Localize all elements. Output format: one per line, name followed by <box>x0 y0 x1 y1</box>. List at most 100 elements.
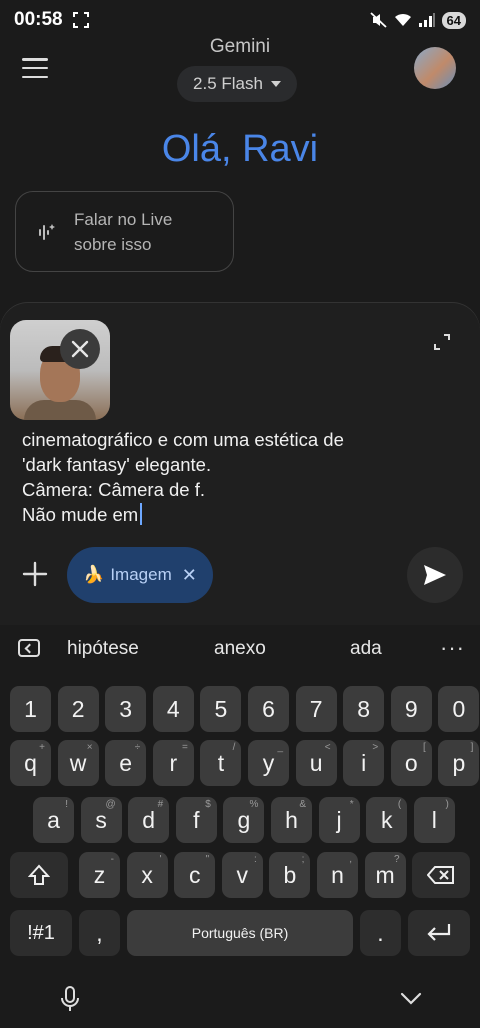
key-w[interactable]: w × <box>57 740 99 786</box>
mute-icon <box>369 12 387 28</box>
status-bar: 00:58 64 <box>0 0 480 40</box>
send-button[interactable] <box>407 547 463 603</box>
key-b-hint: ; <box>301 854 305 865</box>
key-0[interactable]: 0 <box>438 686 480 732</box>
key-c-hint: " <box>205 854 210 865</box>
key-y[interactable]: y _ <box>248 740 289 786</box>
suggestion-3[interactable]: ada <box>350 638 382 660</box>
key-i-hint: > <box>372 742 379 753</box>
backspace-key[interactable] <box>412 852 470 898</box>
key-f-label: f <box>193 806 200 833</box>
symbols-key[interactable]: !#1 <box>10 910 72 956</box>
model-label: 2.5 Flash <box>193 74 263 93</box>
key-y-label: y <box>262 749 275 776</box>
key-v-hint: : <box>254 854 257 865</box>
key-m[interactable]: m? <box>364 852 406 898</box>
key-8[interactable]: 8 <box>343 686 385 732</box>
key-m-label: m <box>375 861 395 888</box>
symbols-key-label: !#1 <box>27 921 55 944</box>
key-r-label: r <box>169 749 178 776</box>
key-g[interactable]: g% <box>223 797 265 843</box>
period-key[interactable]: . <box>360 910 401 956</box>
key-j[interactable]: j * <box>318 797 360 843</box>
key-t-hint: / <box>232 742 236 753</box>
key-s[interactable]: s @ <box>80 797 122 843</box>
key-r[interactable]: r = <box>152 740 194 786</box>
image-tool-chip[interactable]: 🍌 Imagem ✕ <box>67 547 213 603</box>
key-s-label: s <box>95 806 107 833</box>
key-p[interactable]: p] <box>438 740 480 786</box>
keyboard-back-icon[interactable] <box>18 639 40 657</box>
key-t[interactable]: t / <box>200 740 242 786</box>
key-7[interactable]: 7 <box>295 686 337 732</box>
key-5-label: 5 <box>214 695 228 722</box>
key-g-hint: % <box>249 799 259 810</box>
key-k-hint: ( <box>397 799 402 810</box>
key-2[interactable]: 2 <box>57 686 99 732</box>
close-icon[interactable]: ✕ <box>182 565 197 586</box>
key-b[interactable]: b; <box>269 852 311 898</box>
key-o[interactable]: o[ <box>390 740 432 786</box>
key-g-label: g <box>237 806 251 833</box>
chip-label: Imagem <box>110 565 172 584</box>
key-c[interactable]: c " <box>174 852 216 898</box>
send-icon <box>424 565 446 585</box>
key-f[interactable]: f $ <box>175 797 217 843</box>
key-a-label: a <box>47 806 60 833</box>
space-key[interactable]: Português (BR) <box>127 910 353 956</box>
suggestion-2[interactable]: anexo <box>214 638 266 660</box>
key-3[interactable]: 3 <box>105 686 147 732</box>
key-u-label: u <box>309 749 323 776</box>
key-n[interactable]: n, <box>317 852 358 898</box>
key-6[interactable]: 6 <box>248 686 289 732</box>
shift-key[interactable] <box>10 852 68 898</box>
shift-icon <box>28 864 50 885</box>
key-h[interactable]: h & <box>271 797 312 843</box>
key-a[interactable]: a! <box>33 797 74 843</box>
key-l[interactable]: l) <box>413 797 455 843</box>
key-4[interactable]: 4 <box>152 686 194 732</box>
key-x[interactable]: x ' <box>126 852 168 898</box>
key-2-label: 2 <box>71 695 85 722</box>
key-3-label: 3 <box>119 695 133 722</box>
microphone-icon[interactable] <box>60 986 80 1012</box>
enter-icon <box>427 924 451 941</box>
prompt-input[interactable]: cinematográfico e com uma estética de 'd… <box>22 427 442 527</box>
key-t-label: t <box>217 749 225 776</box>
key-b-label: b <box>283 861 297 888</box>
more-options-icon[interactable]: ··· <box>440 635 465 661</box>
remove-attachment-button[interactable] <box>60 329 100 369</box>
key-q[interactable]: q + <box>10 740 51 786</box>
key-6-label: 6 <box>262 695 275 722</box>
key-k[interactable]: k( <box>366 797 408 843</box>
key-c-label: c <box>188 861 201 888</box>
key-9[interactable]: 9 <box>390 686 432 732</box>
key-r-hint: = <box>181 742 188 753</box>
key-i[interactable]: i > <box>343 740 385 786</box>
key-5[interactable]: 5 <box>200 686 242 732</box>
key-e[interactable]: e ÷ <box>105 740 147 786</box>
live-suggestion-card[interactable]: Falar no Live sobre isso <box>15 191 234 272</box>
wifi-icon <box>394 13 411 26</box>
key-q-label: q <box>24 749 37 776</box>
model-selector[interactable]: 2.5 Flash <box>177 66 297 102</box>
key-1[interactable]: 1 <box>10 686 51 732</box>
enter-key[interactable] <box>408 910 470 956</box>
plus-icon[interactable] <box>22 561 48 587</box>
key-i-label: i <box>361 749 367 776</box>
key-d[interactable]: d # <box>128 797 170 843</box>
key-s-hint: @ <box>105 799 116 810</box>
key-v[interactable]: v: <box>221 852 263 898</box>
avatar[interactable] <box>414 47 456 89</box>
hide-keyboard-icon[interactable] <box>400 992 422 1006</box>
comma-key[interactable]: , <box>79 910 120 956</box>
key-u[interactable]: u < <box>295 740 337 786</box>
live-waveform-icon <box>39 223 55 240</box>
key-d-label: d <box>142 806 156 833</box>
key-z[interactable]: z- <box>79 852 120 898</box>
menu-icon[interactable] <box>22 58 48 78</box>
expand-icon[interactable] <box>434 334 450 350</box>
key-u-hint: < <box>324 742 331 753</box>
period-key-label: . <box>377 919 384 946</box>
suggestion-1[interactable]: hipótese <box>67 638 139 660</box>
